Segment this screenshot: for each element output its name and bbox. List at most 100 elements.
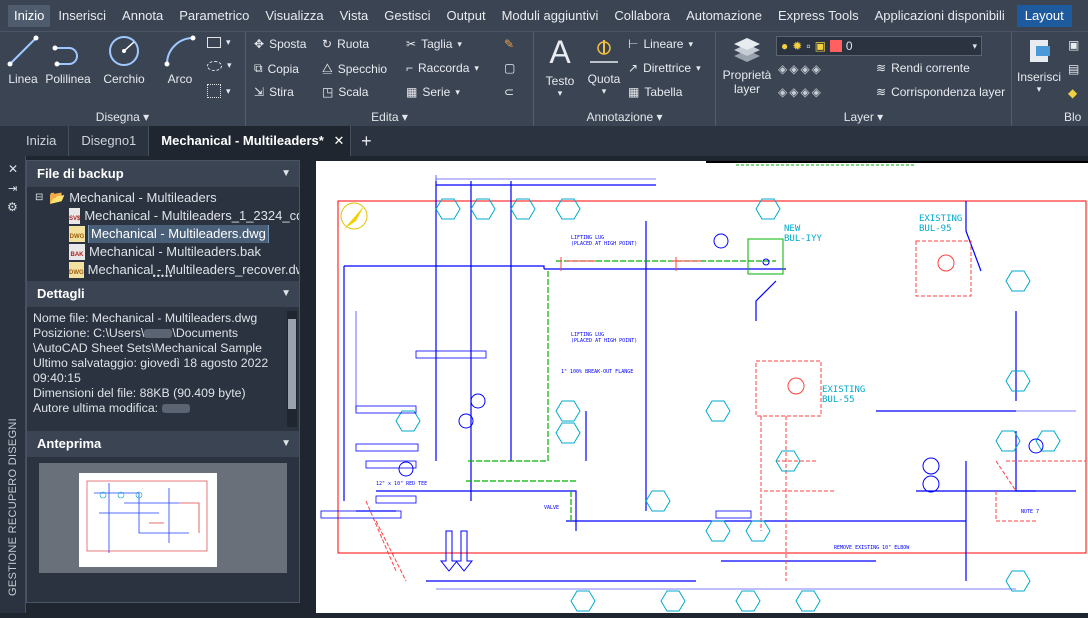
tab-inserisci[interactable]: Inserisci xyxy=(50,0,114,31)
boundary-button[interactable]: ▾ xyxy=(207,84,231,98)
tree-item-file3[interactable]: BAK Mechanical - Multileaders.bak xyxy=(27,243,299,261)
circle-icon xyxy=(109,36,139,66)
trim-button[interactable]: ✂ Taglia ▾ xyxy=(406,37,462,51)
mechanical-drawing: NEW BUL-IYY EXISTING BUL-95 EXISTING BUL… xyxy=(320,161,1088,612)
offset-button[interactable]: ⊂ xyxy=(504,85,514,99)
splitter-grip[interactable]: ••••• xyxy=(27,271,299,281)
doc-tab-drawing1[interactable]: Disegno1 xyxy=(69,126,150,156)
ellipse-icon xyxy=(207,60,222,71)
label-breakout: 1" 100% BREAK-OUT FLANGE xyxy=(561,369,633,375)
edit-group-title[interactable]: Edita ▾ xyxy=(246,110,533,124)
scroll-thumb[interactable] xyxy=(288,319,296,409)
layer-tools-row2[interactable]: ◈◈◈◈ xyxy=(778,85,823,99)
tab-moduli-aggiuntivi[interactable]: Moduli aggiuntivi xyxy=(494,0,607,31)
backup-tree: ⊟ 📂 Mechanical - Multileaders SV$ Mechan… xyxy=(27,187,299,281)
arc-button[interactable]: Arco xyxy=(160,34,200,86)
copy-icon: ⧉ xyxy=(254,61,263,75)
tab-parametrico[interactable]: Parametrico xyxy=(171,0,257,31)
make-current-button[interactable]: ≋ Rendi corrente xyxy=(876,61,970,75)
annotation-group: A Testo ▾ Quota ▾ ⊢ Lineare ▾ ↗ Direttrice ▾ ▦… xyxy=(534,32,716,127)
tab-gestisci[interactable]: Gestisci xyxy=(376,0,438,31)
doc-tab-start[interactable]: Inizia xyxy=(14,126,70,156)
circle-label: Cerchio xyxy=(103,72,145,86)
array-button[interactable]: ▦ Serie ▾ xyxy=(406,85,460,99)
new-tab-button[interactable]: + xyxy=(351,126,381,156)
details-scrollbar[interactable] xyxy=(287,311,297,427)
details-header[interactable]: Dettagli ▼ xyxy=(27,281,299,307)
layer-name: 0 xyxy=(845,39,853,53)
move-button[interactable]: ✥ Sposta xyxy=(254,37,306,51)
text-button[interactable]: A Testo ▾ xyxy=(540,34,580,99)
erase-button[interactable]: ✎ xyxy=(504,37,514,51)
table-button[interactable]: ▦ Tabella xyxy=(628,85,682,99)
layer-properties-button[interactable]: Proprietà layer xyxy=(720,34,774,96)
preview-header[interactable]: Anteprima ▼ xyxy=(27,431,299,457)
trim-icon: ✂ xyxy=(406,37,417,51)
array-icon: ▦ xyxy=(406,85,418,99)
leader-button[interactable]: ↗ Direttrice ▾ xyxy=(628,61,701,75)
tab-annota[interactable]: Annota xyxy=(114,0,171,31)
mirror-button[interactable]: ⧋ Specchio xyxy=(322,61,387,76)
tab-vista[interactable]: Vista xyxy=(332,0,377,31)
stretch-icon: ⇲ xyxy=(254,85,265,99)
drawing-canvas[interactable]: NEW BUL-IYY EXISTING BUL-95 EXISTING BUL… xyxy=(300,156,1088,613)
backup-files-header[interactable]: File di backup ▼ xyxy=(27,161,299,187)
tab-visualizza[interactable]: Visualizza xyxy=(257,0,331,31)
fillet-button[interactable]: ⌐ Raccorda ▾ xyxy=(406,61,479,75)
document-tabs: Inizia Disegno1 Mechanical - Multileader… xyxy=(0,126,1088,156)
hatch-button[interactable]: ▾ xyxy=(207,60,232,71)
explode-icon: ▢ xyxy=(504,61,516,75)
tab-output[interactable]: Output xyxy=(439,0,494,31)
collapse-box-icon[interactable]: ⊟ xyxy=(35,189,45,207)
doc-tab-mechanical[interactable]: Mechanical - Multileaders* ✕ xyxy=(149,126,352,156)
create-block-button[interactable]: ▣ xyxy=(1068,38,1079,52)
circle-button[interactable]: Cerchio xyxy=(100,34,148,86)
close-icon[interactable]: ✕ xyxy=(333,133,344,148)
close-palette-icon[interactable]: ✕ xyxy=(8,162,18,176)
detail-size: Dimensioni del file: 88KB (90.409 byte) xyxy=(33,386,246,400)
linear-button[interactable]: ⊢ Lineare ▾ xyxy=(628,37,693,51)
polyline-label: Polilinea xyxy=(45,72,91,86)
freeze-icon: ▫ xyxy=(806,39,811,53)
layer-tools-row1[interactable]: ◈◈◈◈ xyxy=(778,62,823,76)
polyline-button[interactable]: Polilinea xyxy=(44,34,92,86)
insert-block-icon xyxy=(1030,40,1050,62)
annotation-group-title[interactable]: Annotazione ▾ xyxy=(534,110,715,124)
tree-item-file1[interactable]: SV$ Mechanical - Multileaders_1_2324_cd0… xyxy=(27,207,299,225)
dimension-button[interactable]: Quota ▾ xyxy=(584,34,624,97)
tree-item-file2[interactable]: DWG Mechanical - Multileaders.dwg xyxy=(27,225,299,243)
explode-button[interactable]: ▢ xyxy=(504,61,515,75)
tab-automazione[interactable]: Automazione xyxy=(678,0,770,31)
scale-button[interactable]: ◳ Scala xyxy=(322,85,368,99)
app-menu-icon[interactable] xyxy=(0,126,14,156)
tree-item-label: Mechanical - Multileaders_1_2324_cd0b xyxy=(84,208,299,223)
tab-express-tools[interactable]: Express Tools xyxy=(770,0,867,31)
autohide-icon[interactable]: ⇥ xyxy=(8,182,17,195)
label-existing-95: EXISTING xyxy=(919,214,962,224)
rectangle-button[interactable]: ▾ xyxy=(207,37,231,48)
copy-button[interactable]: ⧉ Copia xyxy=(254,61,299,76)
properties-gear-icon[interactable]: ⚙ xyxy=(7,200,18,214)
rotate-button[interactable]: ↻ Ruota xyxy=(322,37,369,51)
edit-block-button[interactable]: ▤ xyxy=(1068,62,1079,76)
move-icon: ✥ xyxy=(254,37,265,51)
match-layer-button[interactable]: ≋ Corrispondenza layer xyxy=(876,85,1005,99)
tab-collabora[interactable]: Collabora xyxy=(606,0,678,31)
tab-inizio[interactable]: Inizio xyxy=(8,4,51,27)
block-group-title[interactable]: Blo xyxy=(1064,110,1088,124)
layer-group-title[interactable]: Layer ▾ xyxy=(716,110,1011,124)
attribute-icon: ◆ xyxy=(1068,86,1078,100)
draw-group-title[interactable]: Disegna ▾ xyxy=(0,110,245,124)
details-title: Dettagli xyxy=(37,286,85,301)
tab-applicazioni-disponibili[interactable]: Applicazioni disponibili xyxy=(867,0,1013,31)
bak-file-icon: BAK xyxy=(69,244,85,260)
tab-layout[interactable]: Layout xyxy=(1016,4,1072,27)
tree-root[interactable]: ⊟ 📂 Mechanical - Multileaders xyxy=(27,189,299,207)
line-icon xyxy=(7,35,39,67)
line-button[interactable]: Linea xyxy=(4,34,42,86)
insert-label: Inserisci xyxy=(1016,70,1061,84)
insert-button[interactable]: Inserisci ▾ xyxy=(1016,36,1062,95)
stretch-button[interactable]: ⇲ Stira xyxy=(254,85,294,99)
attribute-button[interactable]: ◆ xyxy=(1068,86,1077,100)
layer-dropdown[interactable]: ● ✹ ▫ ▣ 0 ▾ xyxy=(776,36,982,56)
